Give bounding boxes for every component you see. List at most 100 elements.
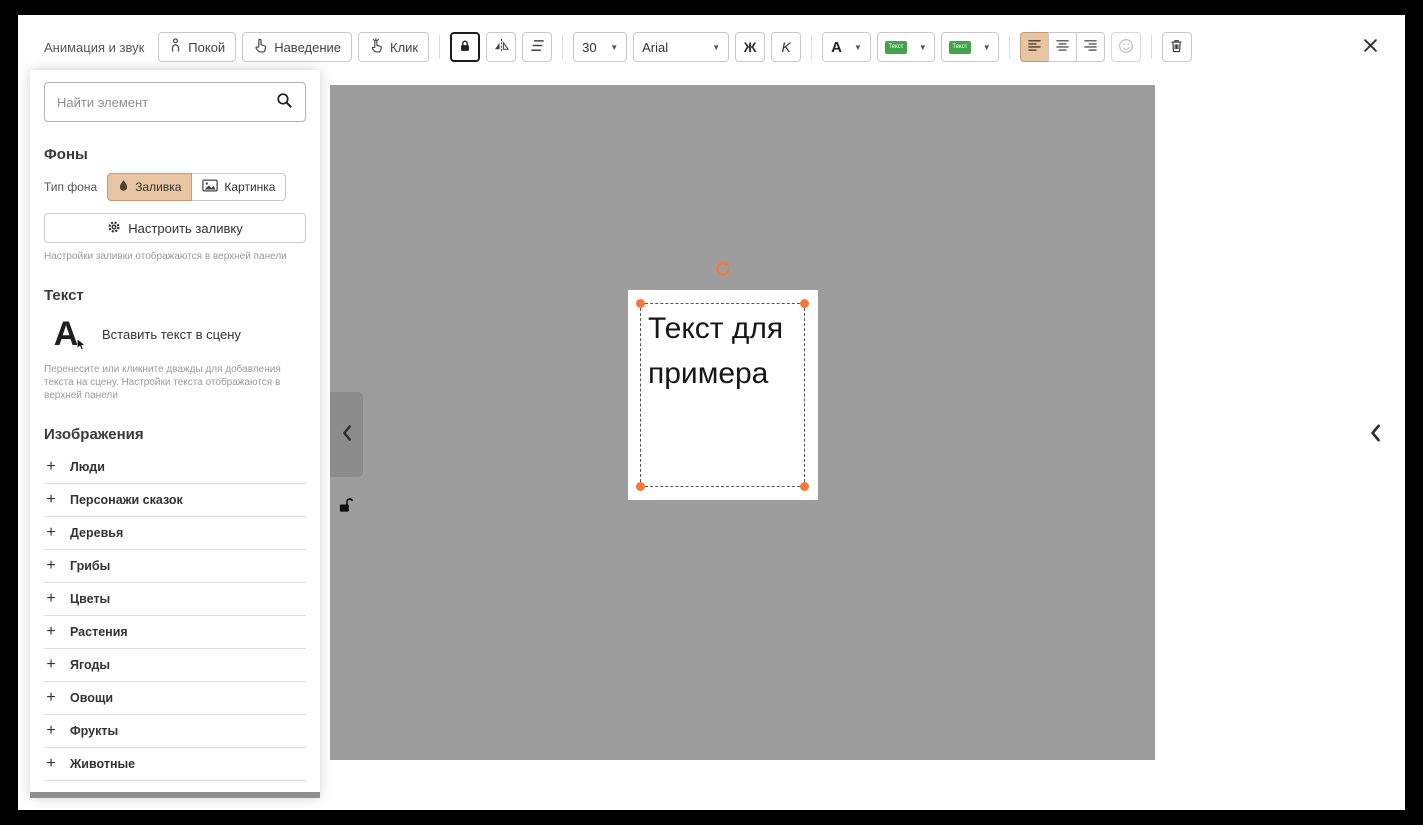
swatch-label: Текст (888, 44, 903, 50)
image-toggle-button[interactable]: Картинка (191, 173, 286, 201)
insert-text-icon: A (44, 312, 88, 356)
image-category-trees[interactable]: + Деревья (44, 517, 306, 550)
state-click-label: Клик (390, 40, 418, 55)
image-category-fruits[interactable]: + Фрукты (44, 715, 306, 748)
selected-text-element[interactable]: Текст для примера (628, 290, 818, 500)
insert-text-tool[interactable]: A Вставить текст в сцену (44, 312, 306, 356)
skew-button[interactable] (522, 32, 552, 62)
search-box (44, 82, 306, 122)
category-label: Люди (70, 460, 105, 474)
plus-icon: + (44, 756, 58, 772)
sidebar: Фоны Тип фона Заливка Картинка (30, 70, 320, 798)
chevron-down-icon: ▼ (854, 43, 862, 52)
align-right-button[interactable] (1076, 32, 1105, 62)
gear-icon (107, 220, 121, 237)
text-section-title: Текст (44, 287, 306, 304)
background-color-button[interactable]: Текст ▼ (941, 32, 999, 62)
plus-icon: + (44, 492, 58, 508)
resize-handle-bottom-right[interactable] (800, 482, 809, 491)
bold-button[interactable]: Ж (735, 32, 765, 62)
flip-horizontal-icon (493, 38, 510, 56)
image-category-berries[interactable]: + Ягоды (44, 649, 306, 682)
search-input[interactable] (45, 95, 272, 110)
category-label: Животные (70, 757, 135, 771)
italic-button[interactable]: K (771, 32, 801, 62)
sidebar-scrollbar[interactable] (30, 792, 320, 798)
smiley-icon (1118, 38, 1134, 57)
rotate-handle-icon[interactable] (714, 260, 732, 281)
plus-icon: + (44, 525, 58, 541)
image-category-animals[interactable]: + Животные (44, 748, 306, 781)
plus-icon: + (44, 657, 58, 673)
plus-icon: + (44, 723, 58, 739)
chevron-down-icon: ▼ (983, 43, 991, 52)
category-label: Овощи (70, 691, 113, 705)
text-color-button[interactable]: A ▼ (822, 32, 871, 62)
resize-handle-top-left[interactable] (636, 299, 645, 308)
state-idle-label: Покой (188, 40, 225, 55)
delete-button[interactable] (1162, 32, 1192, 62)
align-left-button[interactable] (1020, 32, 1049, 62)
close-button[interactable] (1357, 34, 1383, 60)
text-element-content[interactable]: Текст для примера (648, 306, 784, 396)
image-category-mushrooms[interactable]: + Грибы (44, 550, 306, 583)
close-icon (1363, 38, 1378, 56)
highlight-color-button[interactable]: Текст ▼ (877, 32, 935, 62)
category-label: Ягоды (70, 658, 110, 672)
toolbar-separator (562, 35, 563, 59)
skew-icon (529, 38, 546, 56)
font-family-value: Arial (642, 40, 668, 55)
background-type-toggle: Заливка Картинка (107, 173, 286, 201)
emoji-button[interactable] (1111, 32, 1141, 62)
person-icon (169, 38, 182, 56)
insert-text-label: Вставить текст в сцену (102, 327, 241, 342)
category-label: Цветы (70, 592, 110, 606)
flip-horizontal-button[interactable] (486, 32, 516, 62)
text-color-label: A (831, 39, 842, 56)
state-hover-button[interactable]: Наведение (242, 32, 352, 62)
image-category-vegetables[interactable]: + Овощи (44, 682, 306, 715)
image-category-flowers[interactable]: + Цветы (44, 583, 306, 616)
color-swatch: Текст (885, 41, 907, 54)
image-category-people[interactable]: + Люди (44, 451, 306, 484)
editor-window: Анимация и звук Покой Наведение Клик (18, 15, 1405, 810)
color-swatch: Текст (949, 41, 971, 54)
plus-icon: + (44, 624, 58, 640)
toolbar-separator (1151, 35, 1152, 59)
sidebar-collapse-tab[interactable] (330, 392, 363, 477)
category-label: Грибы (70, 559, 110, 573)
align-left-icon (1027, 39, 1042, 55)
unlock-icon[interactable] (338, 496, 355, 517)
align-right-icon (1083, 39, 1098, 55)
lock-button[interactable] (450, 32, 480, 62)
toolbar-separator (1009, 35, 1010, 59)
align-center-button[interactable] (1048, 32, 1077, 62)
background-type-label: Тип фона (44, 180, 97, 194)
paint-drop-icon (118, 179, 129, 195)
search-button[interactable] (272, 92, 305, 112)
image-toggle-label: Картинка (224, 180, 275, 194)
configure-fill-button[interactable]: Настроить заливку (44, 213, 306, 243)
state-click-button[interactable]: Клик (358, 32, 429, 62)
image-category-plants[interactable]: + Растения (44, 616, 306, 649)
resize-handle-top-right[interactable] (800, 299, 809, 308)
right-panel-collapse-tab[interactable] (1358, 392, 1391, 477)
chevron-left-icon (1369, 423, 1381, 446)
chevron-down-icon: ▼ (610, 43, 618, 52)
fill-toggle-button[interactable]: Заливка (107, 173, 192, 201)
swatch-label: Текст (952, 44, 967, 50)
image-icon (202, 179, 218, 195)
trash-icon (1169, 38, 1184, 56)
image-category-fairy-tale-characters[interactable]: + Персонажи сказок (44, 484, 306, 517)
cursor-icon (76, 338, 86, 356)
font-family-select[interactable]: Arial ▼ (633, 32, 729, 62)
toolbar: Анимация и звук Покой Наведение Клик (44, 31, 1383, 63)
resize-handle-bottom-left[interactable] (636, 482, 645, 491)
fill-hint-text: Настройки заливки отображаются в верхней… (44, 250, 306, 263)
click-cursor-icon (369, 38, 384, 56)
align-center-icon (1055, 39, 1070, 55)
images-section-title: Изображения (44, 426, 306, 443)
state-idle-button[interactable]: Покой (158, 32, 236, 62)
selection-outline: Текст для примера (640, 303, 805, 487)
font-size-select[interactable]: 30 ▼ (573, 32, 627, 62)
